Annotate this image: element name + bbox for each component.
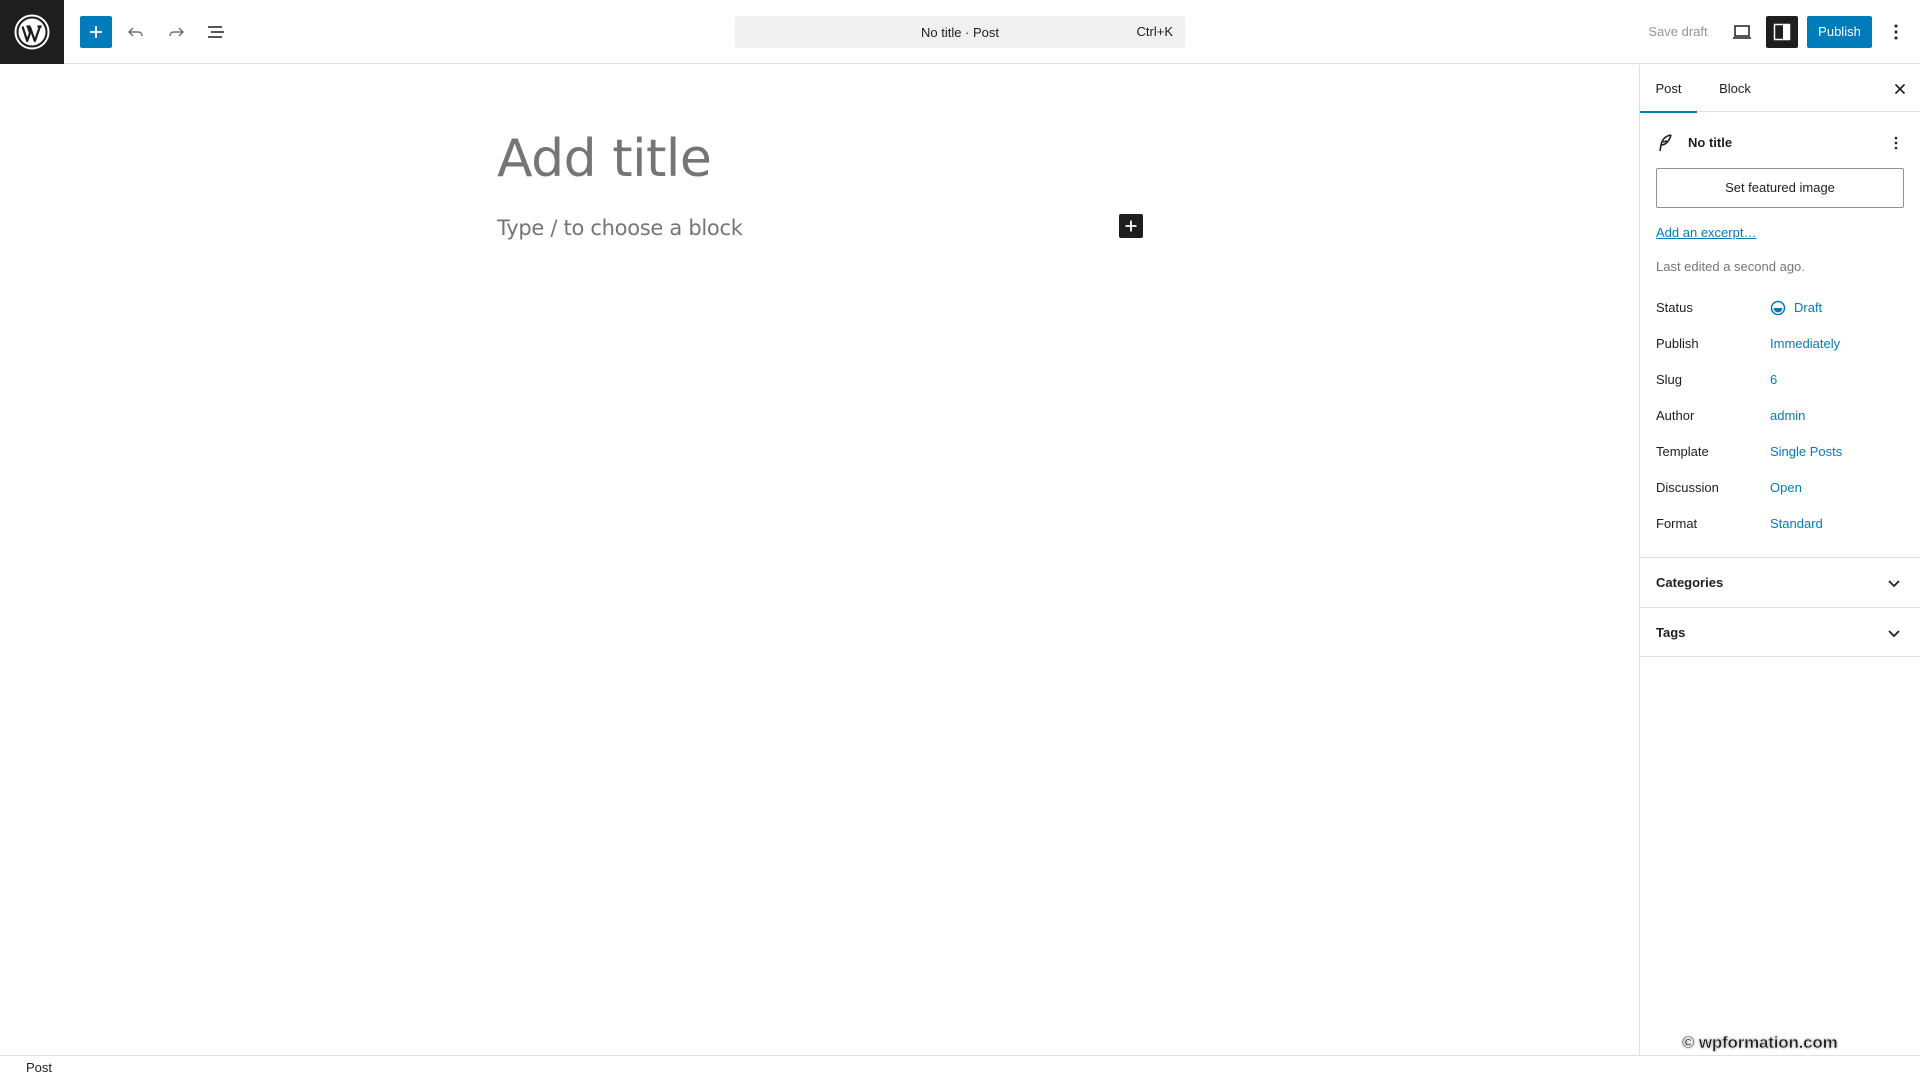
publish-date-button[interactable]: Immediately <box>1770 332 1840 356</box>
options-menu-button[interactable] <box>1880 16 1912 48</box>
editor-footer: Post <box>0 1055 1920 1080</box>
more-vertical-icon <box>1894 136 1898 150</box>
meta-label: Slug <box>1656 372 1683 387</box>
chevron-down-icon <box>1888 580 1900 588</box>
meta-row-status: Status Draft <box>1656 296 1906 320</box>
author-button[interactable]: admin <box>1770 404 1805 428</box>
meta-row-format: Format Standard <box>1656 512 1906 536</box>
add-block-button[interactable] <box>1119 214 1143 238</box>
block-breadcrumb[interactable]: Post <box>26 1056 52 1080</box>
watermark: © wpformation.com <box>1682 1033 1838 1052</box>
meta-label: Template <box>1656 444 1709 459</box>
editor-header: No title · Post Ctrl+K Save draft Publis… <box>0 0 1920 64</box>
meta-label: Publish <box>1656 336 1699 351</box>
draft-status-icon <box>1770 300 1786 316</box>
document-title: No title · Post <box>920 24 1000 40</box>
wordpress-logo-icon <box>14 14 50 50</box>
discussion-button[interactable]: Open <box>1770 476 1802 500</box>
close-sidebar-button[interactable] <box>1884 73 1916 105</box>
meta-row-author: Author admin <box>1656 404 1906 428</box>
status-value-button[interactable]: Draft <box>1770 296 1822 320</box>
plus-icon <box>90 26 102 38</box>
tags-panel-toggle[interactable]: Tags <box>1640 607 1920 657</box>
redo-button[interactable] <box>160 16 192 48</box>
add-excerpt-link[interactable]: Add an excerpt… <box>1656 225 1756 240</box>
list-view-icon <box>208 26 224 38</box>
meta-row-discussion: Discussion Open <box>1656 476 1906 500</box>
publish-button[interactable]: Publish <box>1807 16 1872 48</box>
close-icon <box>1894 83 1906 95</box>
desktop-icon <box>1733 25 1751 39</box>
panel-title: Tags <box>1656 625 1686 640</box>
settings-sidebar-toggle[interactable] <box>1766 16 1798 48</box>
meta-row-publish: Publish Immediately <box>1656 332 1906 356</box>
settings-sidebar: Post Block No title Set featured image A… <box>1639 65 1920 1055</box>
save-draft-button[interactable]: Save draft <box>1638 16 1718 48</box>
meta-label: Discussion <box>1656 480 1719 495</box>
meta-value-text: Draft <box>1794 300 1823 315</box>
undo-icon <box>127 27 143 37</box>
tab-block[interactable]: Block <box>1706 65 1764 112</box>
post-card: No title <box>1656 127 1906 159</box>
sidebar-icon <box>1773 23 1791 41</box>
command-palette-bar[interactable]: No title · Post Ctrl+K <box>735 16 1185 48</box>
format-button[interactable]: Standard <box>1770 512 1823 536</box>
redo-icon <box>169 27 185 37</box>
wordpress-logo[interactable] <box>0 0 64 64</box>
categories-panel-toggle[interactable]: Categories <box>1640 557 1920 607</box>
tab-post[interactable]: Post <box>1640 65 1697 113</box>
meta-label: Author <box>1656 408 1695 423</box>
set-featured-image-button[interactable]: Set featured image <box>1656 168 1904 208</box>
post-actions-button[interactable] <box>1884 127 1908 159</box>
meta-label: Status <box>1656 300 1693 315</box>
post-title-input[interactable]: Add title <box>497 123 1147 195</box>
document-overview-button[interactable] <box>200 16 232 48</box>
paragraph-block-placeholder[interactable]: Type / to choose a block <box>497 213 1057 243</box>
sidebar-tabs: Post Block <box>1640 65 1920 113</box>
preview-button[interactable] <box>1726 16 1758 48</box>
chevron-down-icon <box>1888 630 1900 638</box>
block-inserter-button[interactable] <box>80 16 112 48</box>
slug-button[interactable]: 6 <box>1770 368 1777 392</box>
plus-icon <box>1125 220 1137 232</box>
last-edited-text: Last edited a second ago. <box>1656 259 1805 274</box>
template-button[interactable]: Single Posts <box>1770 440 1842 464</box>
feather-icon <box>1659 134 1672 152</box>
meta-row-slug: Slug 6 <box>1656 368 1906 392</box>
undo-button[interactable] <box>120 16 152 48</box>
more-vertical-icon <box>1894 24 1898 40</box>
meta-label: Format <box>1656 516 1698 531</box>
post-card-title: No title <box>1688 135 1733 150</box>
keyboard-shortcut: Ctrl+K <box>1136 24 1173 39</box>
editor-canvas: Add title Type / to choose a block <box>0 65 1639 1055</box>
panel-title: Categories <box>1656 575 1724 590</box>
meta-row-template: Template Single Posts <box>1656 440 1906 464</box>
